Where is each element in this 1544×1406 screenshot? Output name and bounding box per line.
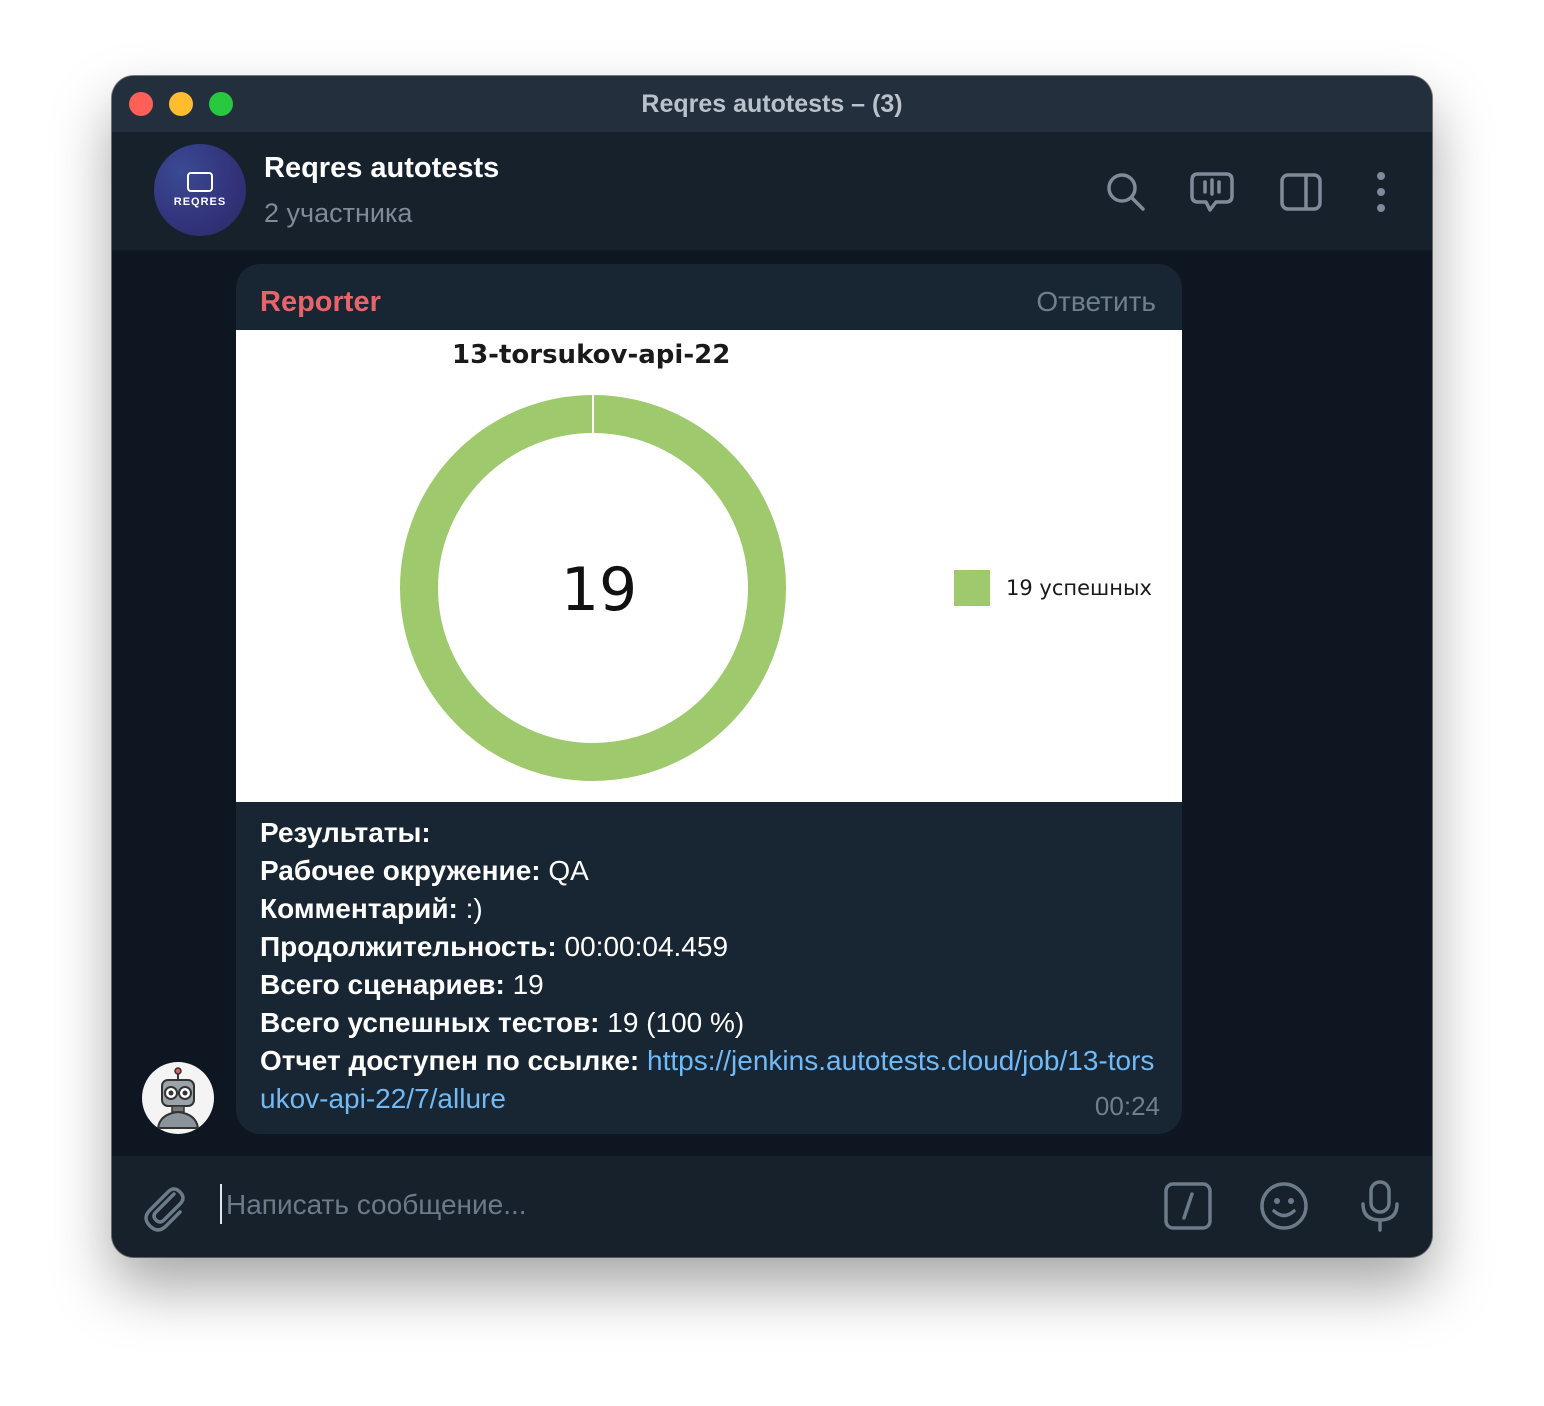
message-sender[interactable]: Reporter [260, 286, 381, 319]
window-controls [129, 92, 233, 116]
legend-label: 19 успешных [1006, 576, 1152, 600]
message-time: 00:24 [1094, 1091, 1160, 1121]
reqres-logo-icon [187, 172, 213, 192]
avatar-text: REQRES [173, 196, 227, 208]
robot-icon [156, 1067, 200, 1129]
line-label: Результаты: [260, 817, 431, 848]
sidebar-toggle-icon[interactable] [1279, 170, 1323, 214]
attach-icon[interactable] [136, 1178, 192, 1234]
window-title: Reqres autotests – (3) [641, 89, 903, 118]
line-label: Продолжительность: [260, 931, 557, 962]
emoji-icon[interactable] [1256, 1178, 1312, 1234]
titlebar: Reqres autotests – (3) [112, 76, 1432, 132]
donut-center-label: 19 [561, 555, 637, 625]
chat-title[interactable]: Reqres autotests [264, 152, 499, 185]
message-text: Результаты: Рабочее окружение: QA Коммен… [260, 814, 1160, 1118]
legend-swatch [954, 570, 990, 606]
more-vert-icon[interactable] [1359, 170, 1403, 214]
text-caret [220, 1184, 222, 1224]
line-label: Всего сценариев: [260, 969, 505, 1000]
message-line: Всего успешных тестов: 19 (100 %) [260, 1004, 1160, 1042]
bot-commands-icon[interactable] [1160, 1178, 1216, 1234]
message-bubble[interactable]: Reporter Ответить 13-torsukov-api-22 19 … [236, 264, 1182, 1134]
bot-avatar[interactable] [142, 1062, 214, 1134]
live-chat-icon[interactable] [1190, 170, 1234, 214]
donut-chart: 19 [400, 395, 786, 781]
line-value: 19 [504, 969, 544, 1000]
line-value: 00:00:04.459 [556, 931, 729, 962]
line-value: :) [457, 893, 483, 924]
message-composer [112, 1156, 1432, 1257]
message-line: Комментарий: :) [260, 890, 1160, 928]
message-line: Всего сценариев: 19 [260, 966, 1160, 1004]
chat-subtitle: 2 участника [264, 198, 413, 228]
app-window: Reqres autotests – (3) REQRES Reqres aut… [112, 76, 1432, 1257]
message-line: Рабочее окружение: QA [260, 852, 1160, 890]
line-label: Всего успешных тестов: [260, 1007, 600, 1038]
search-icon[interactable] [1104, 170, 1148, 214]
chat-header[interactable]: REQRES Reqres autotests 2 участника [112, 132, 1432, 252]
message-line: Продолжительность: 00:00:04.459 [260, 928, 1160, 966]
zoom-window-button[interactable] [209, 92, 233, 116]
message-line: Результаты: [260, 814, 1160, 852]
microphone-icon[interactable] [1352, 1178, 1408, 1234]
group-avatar[interactable]: REQRES [154, 144, 246, 236]
line-value: QA [540, 855, 589, 886]
message-list[interactable]: Reporter Ответить 13-torsukov-api-22 19 … [112, 252, 1432, 1156]
minimize-window-button[interactable] [169, 92, 193, 116]
line-label: Отчет доступен по ссылке: [260, 1045, 640, 1076]
message-input[interactable] [224, 1182, 1128, 1228]
report-chart-image[interactable]: 13-torsukov-api-22 19 19 успешных [236, 330, 1182, 802]
message-line: Отчет доступен по ссылке: https://jenkin… [260, 1042, 1160, 1118]
line-value: 19 (100 %) [599, 1007, 745, 1038]
line-label: Рабочее окружение: [260, 855, 541, 886]
line-value [639, 1045, 647, 1076]
close-window-button[interactable] [129, 92, 153, 116]
line-label: Комментарий: [260, 893, 458, 924]
reply-button[interactable]: Ответить [1036, 286, 1156, 318]
